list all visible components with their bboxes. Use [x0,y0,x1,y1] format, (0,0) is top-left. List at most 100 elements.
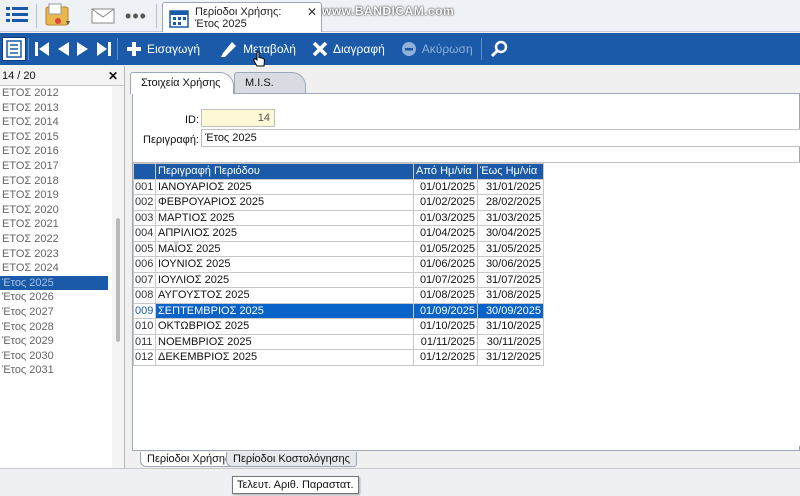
cell-description[interactable]: ΙΑΝΟΥΑΡΙΟΣ 2025 [155,178,414,195]
cell-code[interactable]: 011 [133,333,156,350]
list-item[interactable]: ΕΤΟΣ 2013 [0,101,108,116]
table-row[interactable]: 005 ΜΑΪΟΣ 2025 01/05/2025 31/05/2025 [133,240,544,257]
list-item[interactable]: Έτος 2027 [0,305,108,320]
cell-code[interactable]: 005 [133,240,156,257]
cell-description[interactable]: ΦΕΒΡΟΥΑΡΙΟΣ 2025 [155,194,414,211]
cell-from-date[interactable]: 01/11/2025 [413,333,478,350]
folder-button[interactable] [42,2,74,30]
list-item[interactable]: Έτος 2026 [0,290,108,305]
cell-from-date[interactable]: 01/08/2025 [413,287,478,304]
cell-to-date[interactable]: 30/11/2025 [477,333,544,350]
tab-mis[interactable]: M.I.S. [234,72,306,94]
mail-button[interactable] [88,2,118,30]
cell-to-date[interactable]: 31/07/2025 [477,271,544,288]
list-item[interactable]: ΕΤΟΣ 2012 [0,86,108,101]
cell-description[interactable]: ΣΕΠΤΕΜΒΡΙΟΣ 2025 [155,302,414,319]
first-record-button[interactable] [31,33,53,65]
cell-from-date[interactable]: 01/05/2025 [413,240,478,257]
table-row[interactable]: 004 ΑΠΡΙΛΙΟΣ 2025 01/04/2025 30/04/2025 [133,225,544,242]
list-item[interactable]: ΕΤΟΣ 2018 [0,174,108,189]
search-button[interactable] [484,33,514,65]
table-row[interactable]: 001 ΙΑΝΟΥΑΡΙΟΣ 2025 01/01/2025 31/01/2025 [133,178,544,195]
table-row[interactable]: 008 ΑΥΓΟΥΣΤΟΣ 2025 01/08/2025 31/08/2025 [133,287,544,304]
column-header-description[interactable]: Περιγραφή Περιόδου [155,163,414,180]
id-field[interactable]: 14 [201,109,275,127]
cell-from-date[interactable]: 01/10/2025 [413,318,478,335]
cell-description[interactable]: ΙΟΥΛΙΟΣ 2025 [155,271,414,288]
cell-description[interactable]: ΑΥΓΟΥΣΤΟΣ 2025 [155,287,414,304]
cell-description[interactable]: ΜΑΡΤΙΟΣ 2025 [155,209,414,226]
cell-to-date[interactable]: 31/01/2025 [477,178,544,195]
list-item[interactable]: ΕΤΟΣ 2017 [0,159,108,174]
main-menu-button[interactable] [2,2,32,30]
cell-to-date[interactable]: 28/02/2025 [477,194,544,211]
table-row[interactable]: 011 ΝΟΕΜΒΡΙΟΣ 2025 01/11/2025 30/11/2025 [133,333,544,350]
cell-to-date[interactable]: 31/08/2025 [477,287,544,304]
cell-code[interactable]: 009 [133,302,156,319]
list-item[interactable]: Έτος 2028 [0,320,108,335]
scrollbar-thumb[interactable] [116,218,120,342]
tab-usage-details[interactable]: Στοιχεία Χρήσης [130,72,234,94]
cell-to-date[interactable]: 31/10/2025 [477,318,544,335]
cell-from-date[interactable]: 01/09/2025 [413,302,478,319]
list-item[interactable]: ΕΤΟΣ 2020 [0,203,108,218]
document-tab[interactable]: Περίοδοι Χρήσης: Έτος 2025 ✕ [162,2,322,32]
cell-from-date[interactable]: 01/03/2025 [413,209,478,226]
cell-from-date[interactable]: 01/04/2025 [413,225,478,242]
close-icon[interactable]: ✕ [108,69,118,83]
next-record-button[interactable] [73,33,93,65]
cell-to-date[interactable]: 31/05/2025 [477,240,544,257]
cell-from-date[interactable]: 01/01/2025 [413,178,478,195]
cell-description[interactable]: ΝΟΕΜΒΡΙΟΣ 2025 [155,333,414,350]
cell-code[interactable]: 003 [133,209,156,226]
last-record-button[interactable] [93,33,115,65]
cell-from-date[interactable]: 01/02/2025 [413,194,478,211]
list-item[interactable]: ΕΤΟΣ 2016 [0,144,108,159]
list-item[interactable]: Έτος 2029 [0,334,108,349]
cell-to-date[interactable]: 31/03/2025 [477,209,544,226]
tab-usage-periods[interactable]: Περίοδοι Χρήσης [140,452,238,467]
cell-description[interactable]: ΑΠΡΙΛΙΟΣ 2025 [155,225,414,242]
table-row[interactable]: 009 ΣΕΠΤΕΜΒΡΙΟΣ 2025 01/09/2025 30/09/2025 [133,302,544,319]
list-item[interactable]: Έτος 2025 [0,275,108,291]
cell-code[interactable]: 001 [133,178,156,195]
cell-description[interactable]: ΔΕΚΕΜΒΡΙΟΣ 2025 [155,349,414,366]
list-item[interactable]: ΕΤΟΣ 2022 [0,232,108,247]
cell-to-date[interactable]: 31/12/2025 [477,349,544,366]
close-icon[interactable]: ✕ [307,5,317,19]
column-header-to-date[interactable]: Έως Ημ/νία [477,163,544,180]
list-item[interactable]: ΕΤΟΣ 2019 [0,188,108,203]
list-item[interactable]: Έτος 2030 [0,349,108,364]
cell-code[interactable]: 007 [133,271,156,288]
cell-from-date[interactable]: 01/06/2025 [413,256,478,273]
list-item[interactable]: ΕΤΟΣ 2015 [0,130,108,145]
cell-code[interactable]: 004 [133,225,156,242]
cell-code[interactable]: 006 [133,256,156,273]
delete-button[interactable]: Διαγραφή [306,33,391,65]
cell-description[interactable]: ΙΟΥΝΙΟΣ 2025 [155,256,414,273]
cell-to-date[interactable]: 30/06/2025 [477,256,544,273]
more-button[interactable]: ••• [122,2,150,30]
table-row[interactable]: 010 ΟΚΤΩΒΡΙΟΣ 2025 01/10/2025 31/10/2025 [133,318,544,335]
cell-description[interactable]: ΜΑΪΟΣ 2025 [155,240,414,257]
table-row[interactable]: 002 ΦΕΒΡΟΥΑΡΙΟΣ 2025 01/02/2025 28/02/2025 [133,194,544,211]
column-header-code[interactable] [133,163,156,180]
list-item[interactable]: ΕΤΟΣ 2023 [0,247,108,262]
list-item[interactable]: ΕΤΟΣ 2014 [0,115,108,130]
cell-code[interactable]: 002 [133,194,156,211]
list-view-button[interactable] [2,37,26,61]
insert-button[interactable]: Εισαγωγή [120,33,206,65]
cell-code[interactable]: 012 [133,349,156,366]
table-row[interactable]: 012 ΔΕΚΕΜΒΡΙΟΣ 2025 01/12/2025 31/12/2025 [133,349,544,366]
column-header-from-date[interactable]: Από Ημ/νία [413,163,478,180]
table-row[interactable]: 007 ΙΟΥΛΙΟΣ 2025 01/07/2025 31/07/2025 [133,271,544,288]
list-item[interactable]: ΕΤΟΣ 2021 [0,217,108,232]
cell-to-date[interactable]: 30/04/2025 [477,225,544,242]
cell-description[interactable]: ΟΚΤΩΒΡΙΟΣ 2025 [155,318,414,335]
description-field[interactable]: Έτος 2025 [201,129,800,147]
previous-record-button[interactable] [53,33,73,65]
cell-from-date[interactable]: 01/07/2025 [413,271,478,288]
cell-code[interactable]: 010 [133,318,156,335]
cell-from-date[interactable]: 01/12/2025 [413,349,478,366]
cell-code[interactable]: 008 [133,287,156,304]
